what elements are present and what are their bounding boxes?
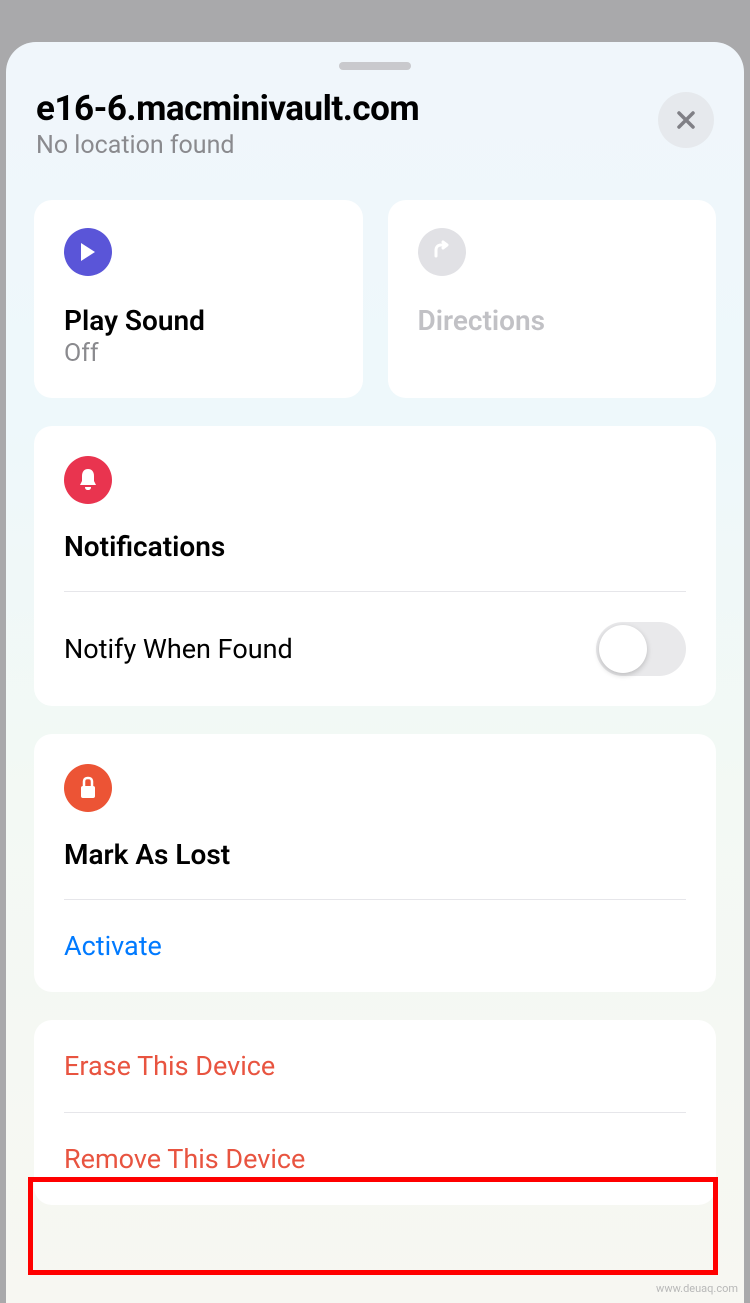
sheet-grabber[interactable] xyxy=(339,62,411,70)
notifications-header: Notifications xyxy=(64,426,686,591)
play-icon xyxy=(64,228,112,276)
activate-link: Activate xyxy=(64,930,162,962)
notify-when-found-label: Notify When Found xyxy=(64,633,293,665)
close-icon xyxy=(674,108,698,132)
directions-card: Directions xyxy=(388,200,717,398)
remove-device-row[interactable]: Remove This Device xyxy=(64,1113,686,1205)
action-cards-row: Play Sound Off Directions xyxy=(6,200,744,398)
close-button[interactable] xyxy=(658,92,714,148)
location-status: No location found xyxy=(36,131,658,160)
notify-when-found-row: Notify When Found xyxy=(64,592,686,706)
directions-icon xyxy=(418,228,466,276)
watermark: www.deuaq.com xyxy=(656,1282,738,1295)
activate-row[interactable]: Activate xyxy=(64,900,686,992)
destructive-section: Erase This Device Remove This Device xyxy=(34,1020,716,1205)
play-sound-card[interactable]: Play Sound Off xyxy=(34,200,363,398)
play-sound-title: Play Sound xyxy=(64,304,333,337)
mark-as-lost-header: Mark As Lost xyxy=(64,734,686,899)
remove-device-label: Remove This Device xyxy=(64,1143,305,1175)
notifications-section: Notifications Notify When Found xyxy=(34,426,716,706)
bell-icon xyxy=(64,456,112,504)
mark-as-lost-section: Mark As Lost Activate xyxy=(34,734,716,992)
directions-title: Directions xyxy=(418,304,687,337)
play-sound-status: Off xyxy=(64,339,333,368)
device-detail-sheet: e16-6.macminivault.com No location found… xyxy=(6,42,744,1303)
notifications-title: Notifications xyxy=(64,530,686,563)
header: e16-6.macminivault.com No location found xyxy=(6,88,744,160)
erase-device-label: Erase This Device xyxy=(64,1050,275,1082)
device-title: e16-6.macminivault.com xyxy=(36,88,658,129)
notify-when-found-toggle[interactable] xyxy=(596,622,686,676)
header-text: e16-6.macminivault.com No location found xyxy=(36,88,658,160)
erase-device-row[interactable]: Erase This Device xyxy=(64,1020,686,1112)
toggle-knob xyxy=(599,625,647,673)
lock-icon xyxy=(64,764,112,812)
mark-as-lost-title: Mark As Lost xyxy=(64,838,686,871)
